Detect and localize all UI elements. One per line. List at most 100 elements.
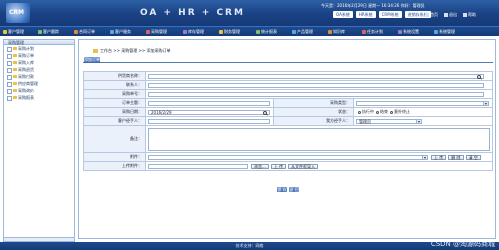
chevron-down-icon bbox=[416, 119, 421, 123]
menu-label: 系统设置 bbox=[403, 29, 419, 34]
upload-button[interactable]: 浏览... bbox=[251, 163, 269, 169]
sidebar-item-label: 采购报表 bbox=[18, 95, 34, 100]
menu-label: 知识库 bbox=[333, 29, 345, 34]
order-no-input[interactable] bbox=[148, 91, 484, 97]
row-order-no: 采购单号： bbox=[84, 90, 493, 99]
attach-button[interactable]: 上 传 bbox=[431, 154, 447, 160]
sidebar-item[interactable]: 供应商管理 bbox=[4, 80, 74, 87]
row-contact: 联系人： bbox=[84, 81, 493, 90]
attach-button[interactable]: 清 空 bbox=[465, 154, 481, 160]
menu-item[interactable]: 知识库 bbox=[328, 29, 345, 35]
menu-icon bbox=[362, 29, 366, 34]
upload-button[interactable]: 从文件柜导入 bbox=[288, 163, 319, 169]
row-date: 采购日期： 2016/2/29 状态： 执行中 结束 意外终止 bbox=[84, 108, 493, 117]
form-actions: 保 存返 回 bbox=[79, 187, 497, 192]
date-value: 2016/2/29 bbox=[151, 109, 172, 115]
menu-label: 采购管理 bbox=[151, 29, 167, 34]
row-attach: 附件： 上 传删 除清 空 bbox=[84, 153, 493, 162]
theme-label: 订单主题： bbox=[84, 99, 146, 107]
attach-button[interactable]: 删 除 bbox=[448, 154, 464, 160]
status-label: 状态： bbox=[274, 108, 354, 116]
calendar-search-icon[interactable] bbox=[263, 110, 267, 115]
attach-label: 附件： bbox=[84, 153, 146, 161]
status-radio[interactable] bbox=[376, 110, 379, 114]
link-icon bbox=[425, 13, 429, 17]
folder-icon bbox=[13, 54, 17, 57]
supplier-rep-input[interactable] bbox=[148, 118, 270, 124]
menu-item[interactable]: 产品管理 bbox=[292, 29, 313, 35]
contact-label: 联系人： bbox=[84, 81, 146, 89]
menu-label: 合同订单 bbox=[79, 29, 95, 34]
note-textarea[interactable] bbox=[148, 127, 490, 151]
top-header: CRM OA + HR + CRM 今天是：2016年2月29日 星期一 16:… bbox=[0, 0, 499, 26]
menu-item[interactable]: 客户服务 bbox=[110, 29, 131, 35]
menu-icon bbox=[219, 29, 223, 34]
sidebar-item[interactable]: 采购付款 bbox=[4, 73, 74, 80]
supplier-input[interactable] bbox=[148, 73, 484, 79]
watermark: CSDN @淘源码商城 bbox=[430, 240, 495, 248]
type-select[interactable] bbox=[356, 100, 489, 106]
sidebar-item[interactable]: 采购询价 bbox=[4, 87, 74, 94]
status-radio[interactable] bbox=[390, 110, 393, 114]
top-link[interactable]: 首页 bbox=[425, 12, 438, 18]
chevron-down-icon bbox=[483, 101, 488, 105]
system-tabs: OA系统 HR系统 CRM系统 进销存系统 bbox=[333, 11, 431, 18]
menu-item[interactable]: 客户管理 bbox=[3, 29, 24, 35]
menu-item[interactable]: 统计报表 bbox=[256, 29, 277, 35]
menu-label: 财务管理 bbox=[224, 29, 240, 34]
menu-item[interactable]: 采购管理 bbox=[146, 29, 167, 35]
menu-item[interactable]: 系统管理 bbox=[434, 29, 455, 35]
menu-icon bbox=[398, 29, 402, 34]
status-radios: 执行中 结束 意外终止 bbox=[354, 108, 493, 116]
system-tab[interactable]: OA系统 bbox=[333, 11, 353, 18]
sidebar-item[interactable]: 采购报表 bbox=[4, 94, 74, 101]
sidebar-item[interactable]: 采购退货 bbox=[4, 66, 74, 73]
status-radio[interactable] bbox=[358, 110, 361, 114]
chevron-down-icon bbox=[422, 155, 427, 159]
action-button[interactable]: 保 存 bbox=[277, 187, 287, 192]
crm-window: CRM OA + HR + CRM 今天是：2016年2月29日 星期一 16:… bbox=[0, 0, 499, 250]
menu-item[interactable]: 财务管理 bbox=[219, 29, 240, 35]
note-label: 备注： bbox=[84, 126, 146, 152]
main-menu: 客户管理 客户跟踪 合同订单 客户服务 采购管理 库存管理 财务管理 统计报表 产品管理 知识库 任… bbox=[0, 26, 499, 36]
date-input[interactable]: 2016/2/29 bbox=[148, 109, 270, 115]
attach-select[interactable] bbox=[148, 154, 428, 160]
system-tab[interactable]: CRM系统 bbox=[378, 11, 402, 18]
link-icon bbox=[444, 13, 448, 17]
menu-label: 系统管理 bbox=[439, 29, 455, 34]
sidebar-item[interactable]: 采购计划 bbox=[4, 45, 74, 52]
action-button[interactable]: 返 回 bbox=[289, 187, 299, 192]
menu-icon bbox=[434, 29, 438, 34]
upload-file-input[interactable] bbox=[148, 163, 248, 169]
menu-item[interactable]: 客户跟踪 bbox=[38, 29, 59, 35]
top-link[interactable]: 退出 bbox=[444, 12, 457, 18]
tab-add-order[interactable]: 添加订单 bbox=[84, 57, 100, 63]
theme-input[interactable] bbox=[148, 100, 270, 106]
date-label: 采购日期： bbox=[84, 108, 146, 116]
top-link[interactable]: 帮助 bbox=[463, 12, 476, 18]
row-handlers: 客户经手人： 我方经手人： 管理员 bbox=[84, 117, 493, 126]
sidebar-item[interactable]: 采购订单 bbox=[4, 52, 74, 59]
status-option-label: 执行中 bbox=[362, 109, 374, 114]
sidebar-item[interactable]: 采购入库 bbox=[4, 59, 74, 66]
handler-select[interactable]: 管理员 bbox=[356, 118, 422, 124]
system-tab[interactable]: HR系统 bbox=[355, 11, 376, 18]
type-label: 采购类型： bbox=[274, 99, 354, 107]
folder-icon bbox=[13, 47, 17, 50]
menu-item[interactable]: 任务计划 bbox=[362, 29, 383, 35]
menu-label: 统计报表 bbox=[261, 29, 277, 34]
search-icon[interactable] bbox=[477, 74, 481, 79]
menu-item[interactable]: 系统设置 bbox=[398, 29, 419, 35]
upload-button[interactable]: 上 传 bbox=[270, 163, 287, 169]
sidebar-item-label: 采购计划 bbox=[18, 46, 34, 51]
contact-input[interactable] bbox=[148, 82, 484, 88]
folder-icon bbox=[13, 96, 17, 99]
menu-icon bbox=[3, 29, 7, 34]
folder-icon bbox=[13, 68, 17, 71]
breadcrumb: 工作台 >> 采购管理 >> 添加采购订单 bbox=[93, 48, 171, 54]
menu-item[interactable]: 合同订单 bbox=[74, 29, 95, 35]
menu-item[interactable]: 库存管理 bbox=[183, 29, 204, 35]
sidebar-item-label: 采购付款 bbox=[18, 74, 34, 79]
row-theme: 订单主题： 采购类型： bbox=[84, 99, 493, 108]
sidebar-tree: 采购计划 采购订单 采购入库 采购退货 采购付款 供应商管理 采购询价 采购报表 bbox=[4, 45, 74, 101]
